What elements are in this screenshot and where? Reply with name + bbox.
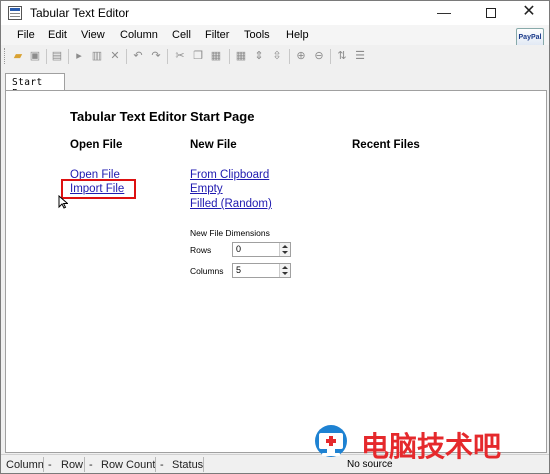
app-icon [8, 6, 22, 20]
toolbar-separator [330, 49, 331, 64]
status-separator [84, 457, 85, 472]
mouse-cursor-icon [58, 195, 68, 209]
maximize-icon [486, 8, 496, 18]
merge-icon[interactable]: ⇳ [270, 49, 284, 63]
status-separator [203, 457, 204, 472]
paste-icon[interactable]: ▦ [209, 49, 223, 63]
filter-sort-icon[interactable]: ☰ [353, 49, 367, 63]
status-separator [43, 457, 44, 472]
add-column-icon[interactable]: ▥ [90, 49, 104, 63]
rows-stepper[interactable]: 0 [232, 242, 291, 257]
zoom-out-icon[interactable]: ⊖ [312, 49, 326, 63]
new-file-heading: New File [190, 139, 237, 151]
empty-link[interactable]: Empty [190, 183, 223, 195]
status-row-label: Row [61, 459, 84, 471]
from-clipboard-link[interactable]: From Clipboard [190, 169, 269, 181]
toolbar-separator [229, 49, 230, 64]
toolbar-separator [126, 49, 127, 64]
menu-view[interactable]: View [81, 29, 105, 41]
columns-stepper[interactable]: 5 [232, 263, 291, 278]
toolbar-separator [68, 49, 69, 64]
toolbar-separator [167, 49, 168, 64]
page-title: Tabular Text Editor Start Page [70, 109, 255, 124]
menu-filter[interactable]: Filter [205, 29, 229, 41]
app-window: Tabular Text Editor — ✕ File Edit View C… [0, 0, 550, 474]
save-icon[interactable]: ▣ [28, 49, 42, 63]
copy-icon[interactable]: ❐ [191, 49, 205, 63]
status-column-label: Column [6, 459, 44, 471]
close-button[interactable]: ✕ [509, 1, 549, 25]
status-separator [155, 457, 156, 472]
menu-tools[interactable]: Tools [244, 29, 270, 41]
toolbar-separator [289, 49, 290, 64]
undo-icon[interactable]: ↶ [131, 49, 145, 63]
menu-cell[interactable]: Cell [172, 29, 191, 41]
tab-strip: Start Page [1, 67, 549, 99]
menu-file[interactable]: File [17, 29, 35, 41]
spin-up-icon[interactable] [282, 266, 288, 269]
spin-down-icon[interactable] [282, 251, 288, 254]
title-bar: Tabular Text Editor — ✕ [1, 1, 549, 25]
menu-edit[interactable]: Edit [48, 29, 67, 41]
tab-start-page[interactable]: Start Page [5, 73, 65, 99]
status-rowcount-value: - [160, 459, 164, 471]
menu-column[interactable]: Column [120, 29, 158, 41]
columns-spin-buttons[interactable] [279, 264, 290, 277]
rows-value[interactable]: 0 [236, 244, 241, 254]
toolbar-grip[interactable] [4, 48, 7, 64]
split-icon[interactable]: ⇕ [252, 49, 266, 63]
table-icon[interactable]: ▦ [234, 49, 248, 63]
highlight-box [61, 179, 136, 199]
toolbar: ▰ ▣ ▤ ▸ ▥ ✕ ↶ ↷ ✂ ❐ ▦ ▦ ⇕ ⇳ ⊕ ⊖ ⇅ ☰ [1, 45, 549, 67]
window-title: Tabular Text Editor [30, 6, 130, 20]
spin-up-icon[interactable] [282, 245, 288, 248]
status-column-value: - [48, 459, 52, 471]
watermark-logo-icon [315, 425, 347, 457]
rows-spin-buttons[interactable] [279, 243, 290, 256]
maximize-button[interactable] [471, 1, 511, 25]
insert-column-icon[interactable]: ▸ [72, 49, 86, 63]
delete-icon[interactable]: ✕ [108, 49, 122, 63]
menu-help[interactable]: Help [286, 29, 309, 41]
zoom-in-icon[interactable]: ⊕ [294, 49, 308, 63]
start-page-panel: Tabular Text Editor Start Page Open File… [5, 90, 547, 453]
recent-files-heading: Recent Files [352, 139, 420, 151]
open-folder-icon[interactable]: ▰ [11, 49, 25, 63]
dimensions-heading: New File Dimensions [190, 228, 270, 238]
rows-label: Rows [190, 245, 212, 255]
status-label: Status [172, 459, 204, 471]
sort-icon[interactable]: ⇅ [335, 49, 349, 63]
toolbar-separator [46, 49, 47, 64]
spin-down-icon[interactable] [282, 272, 288, 275]
columns-label: Columns [190, 266, 224, 276]
menu-bar: File Edit View Column Cell Filter Tools … [1, 25, 549, 45]
edit-icon[interactable]: ▤ [50, 49, 64, 63]
status-rowcount-label: Row Count [101, 459, 156, 471]
watermark-text: 电脑技术吧 [361, 430, 502, 463]
cut-icon[interactable]: ✂ [173, 49, 187, 63]
open-file-heading: Open File [70, 139, 123, 151]
redo-icon[interactable]: ↷ [149, 49, 163, 63]
status-row-value: - [89, 459, 93, 471]
filled-random-link[interactable]: Filled (Random) [190, 198, 272, 210]
minimize-button[interactable]: — [424, 1, 464, 25]
columns-value[interactable]: 5 [236, 265, 241, 275]
